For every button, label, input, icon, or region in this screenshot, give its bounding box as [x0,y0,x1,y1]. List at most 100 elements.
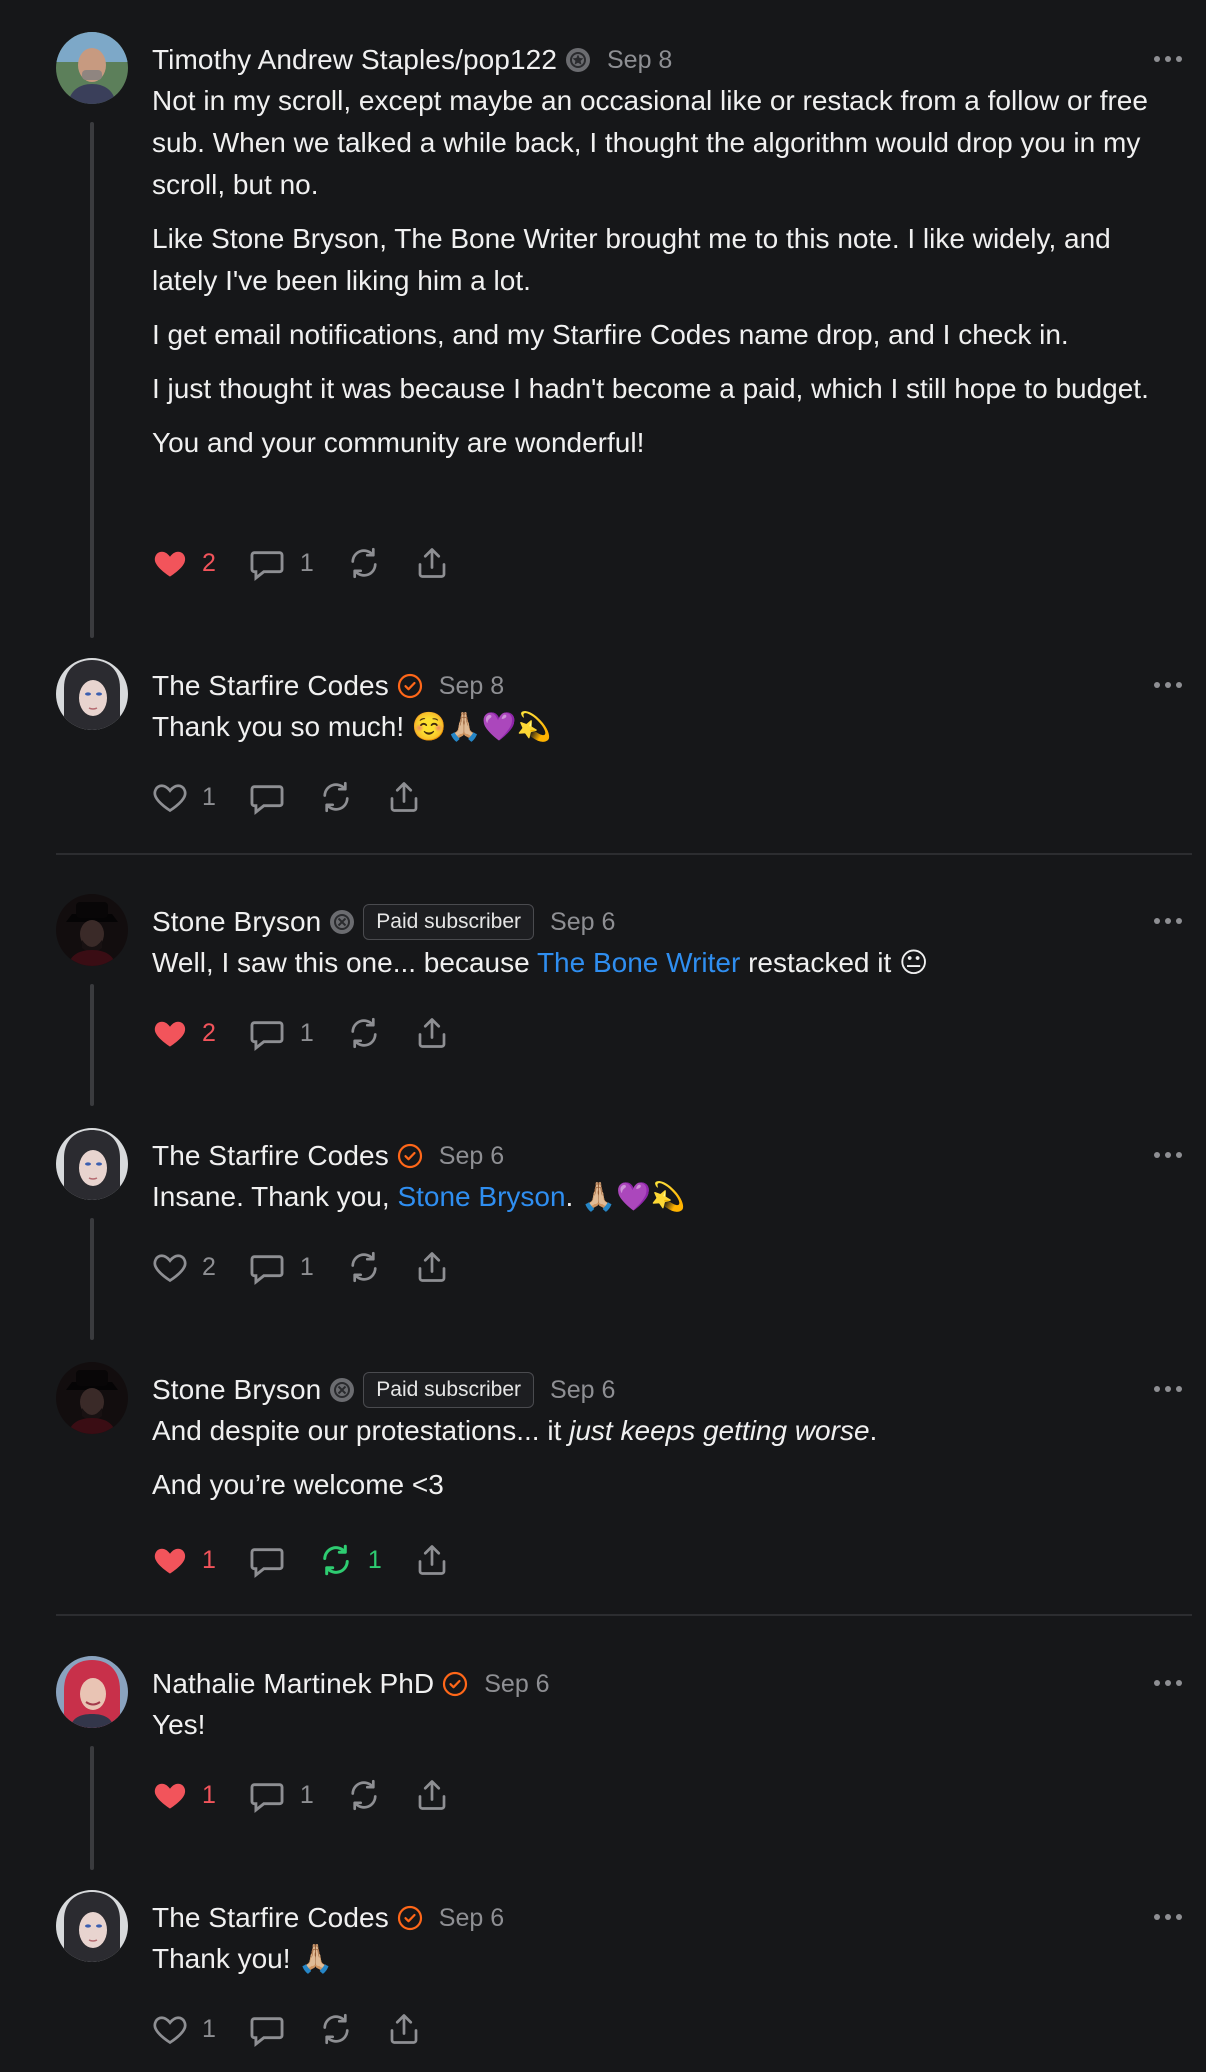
comment-bubble-icon [248,1014,286,1052]
like-button[interactable]: 1 [152,2011,216,2047]
author-name[interactable]: The Starfire Codes [152,1140,389,1172]
like-count: 2 [202,1252,216,1281]
restack-button[interactable] [318,2011,354,2047]
comment-actions: 1 [152,2009,454,2049]
comment-bubble-icon [248,1541,286,1579]
restack-button[interactable] [346,1777,382,1813]
verified-check-icon [442,1671,468,1697]
comment-paragraph: Not in my scroll, except maybe an occasi… [152,85,1148,200]
comment-actions: 1 1 [152,1540,482,1580]
comment-actions: 1 [152,777,454,817]
comment-header: Timothy Andrew Staples/pop122 Sep 8 [152,40,672,80]
avatar[interactable] [56,894,128,966]
restack-button[interactable] [318,779,354,815]
avatar[interactable] [56,1362,128,1434]
mention-link[interactable]: The Bone Writer [537,947,740,978]
reply-button[interactable] [248,2010,286,2048]
reply-button[interactable]: 1 [248,1776,314,1814]
reply-button[interactable]: 1 [248,1248,314,1286]
like-button[interactable]: 2 [152,545,216,581]
share-button[interactable] [414,1777,450,1813]
author-name[interactable]: Timothy Andrew Staples/pop122 [152,44,557,76]
restack-icon [346,1015,382,1051]
share-button[interactable] [414,1542,450,1578]
comment-paragraph: I get email notifications, and my Starfi… [152,319,1069,350]
restack-icon [318,2011,354,2047]
more-options-icon[interactable] [1154,1680,1182,1690]
thread-line [90,122,94,638]
author-name[interactable]: The Starfire Codes [152,1902,389,1934]
more-options-icon[interactable] [1154,918,1182,928]
more-options-icon[interactable] [1154,1386,1182,1396]
reply-button[interactable]: 1 [248,1014,314,1052]
heart-icon [152,779,188,815]
comment-paragraph: I just thought it was because I hadn't b… [152,373,1149,404]
comment-date[interactable]: Sep 6 [439,1904,504,1933]
like-count: 1 [202,1545,216,1574]
thread-line [90,1218,94,1340]
author-name[interactable]: Stone Bryson [152,1374,321,1406]
reply-button[interactable] [248,778,286,816]
avatar[interactable] [56,1128,128,1200]
share-button[interactable] [414,1249,450,1285]
like-button[interactable]: 2 [152,1249,216,1285]
share-icon [386,2011,422,2047]
avatar[interactable] [56,1890,128,1962]
author-name[interactable]: The Starfire Codes [152,670,389,702]
comment-date[interactable]: Sep 6 [550,1376,615,1405]
comment-date[interactable]: Sep 8 [439,672,504,701]
heart-filled-icon [152,1542,188,1578]
restack-button[interactable] [346,1015,382,1051]
comment-actions: 2 1 [152,1247,482,1287]
share-button[interactable] [414,1015,450,1051]
more-options-icon[interactable] [1154,1914,1182,1924]
avatar[interactable] [56,658,128,730]
comment-bubble-icon [248,2010,286,2048]
comment-paragraph: Insane. Thank you, Stone Bryson. 🙏🏼💜💫 [152,1176,1172,1218]
verified-check-icon [397,1143,423,1169]
restack-button[interactable]: 1 [318,1542,382,1578]
comment-date[interactable]: Sep 6 [550,908,615,937]
text-segment: . [869,1415,878,1446]
share-button[interactable] [386,2011,422,2047]
restack-button[interactable] [346,1249,382,1285]
comment-body: Well, I saw this one... because The Bone… [152,942,1172,996]
like-button[interactable]: 1 [152,1777,216,1813]
share-icon [414,1542,450,1578]
reply-count: 1 [299,1780,314,1809]
comment-paragraph: And you’re welcome <3 [152,1469,444,1500]
share-button[interactable] [386,779,422,815]
text-segment: And despite our protestations... it [152,1415,570,1446]
like-button[interactable]: 2 [152,1015,216,1051]
comment-date[interactable]: Sep 6 [484,1670,549,1699]
like-button[interactable]: 1 [152,779,216,815]
verified-check-icon [397,673,423,699]
comment-date[interactable]: Sep 8 [607,46,672,75]
restack-icon [318,779,354,815]
subscriber-badge-icon [329,1377,355,1403]
heart-filled-icon [152,545,188,581]
reply-button[interactable] [248,1541,286,1579]
heart-filled-icon [152,1015,188,1051]
heart-icon [152,2011,188,2047]
avatar[interactable] [56,1656,128,1728]
paid-subscriber-badge: Paid subscriber [363,1372,535,1408]
more-options-icon[interactable] [1154,56,1182,66]
restack-button[interactable] [346,545,382,581]
mention-link[interactable]: Stone Bryson [397,1181,565,1212]
more-options-icon[interactable] [1154,682,1182,692]
reply-count: 1 [299,1252,314,1281]
share-button[interactable] [414,545,450,581]
avatar[interactable] [56,32,128,104]
text-segment: Well, I saw this one... because [152,947,537,978]
reply-button[interactable]: 1 [248,544,314,582]
author-name[interactable]: Stone Bryson [152,906,321,938]
comment-body: Insane. Thank you, Stone Bryson. 🙏🏼💜💫 [152,1176,1172,1230]
author-name[interactable]: Nathalie Martinek PhD [152,1668,434,1700]
comment-body: And despite our protestations... it just… [152,1410,1172,1518]
like-button[interactable]: 1 [152,1542,216,1578]
comment-date[interactable]: Sep 6 [439,1142,504,1171]
text-segment: . 🙏🏼💜💫 [565,1181,686,1212]
more-options-icon[interactable] [1154,1152,1182,1162]
reply-count: 1 [299,1018,314,1047]
